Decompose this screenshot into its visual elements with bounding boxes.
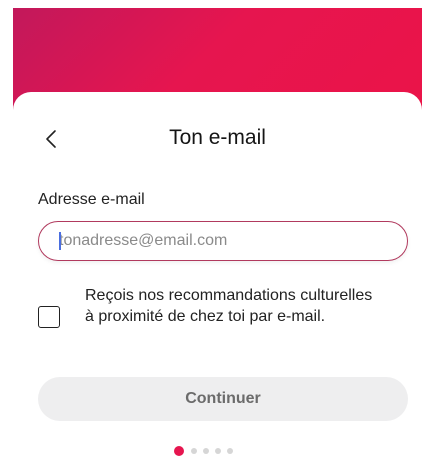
step-dot [191, 448, 197, 454]
newsletter-label[interactable]: Reçois nos recommandations culturelles à… [85, 285, 385, 327]
continue-button[interactable]: Continuer [38, 377, 408, 421]
newsletter-checkbox[interactable] [38, 306, 60, 328]
email-label: Adresse e-mail [38, 191, 145, 208]
page-title: Ton e-mail [169, 126, 266, 149]
step-dot [227, 448, 233, 454]
step-dot [215, 448, 221, 454]
step-dot [203, 448, 209, 454]
text-caret [59, 232, 61, 250]
email-input[interactable] [38, 221, 408, 261]
